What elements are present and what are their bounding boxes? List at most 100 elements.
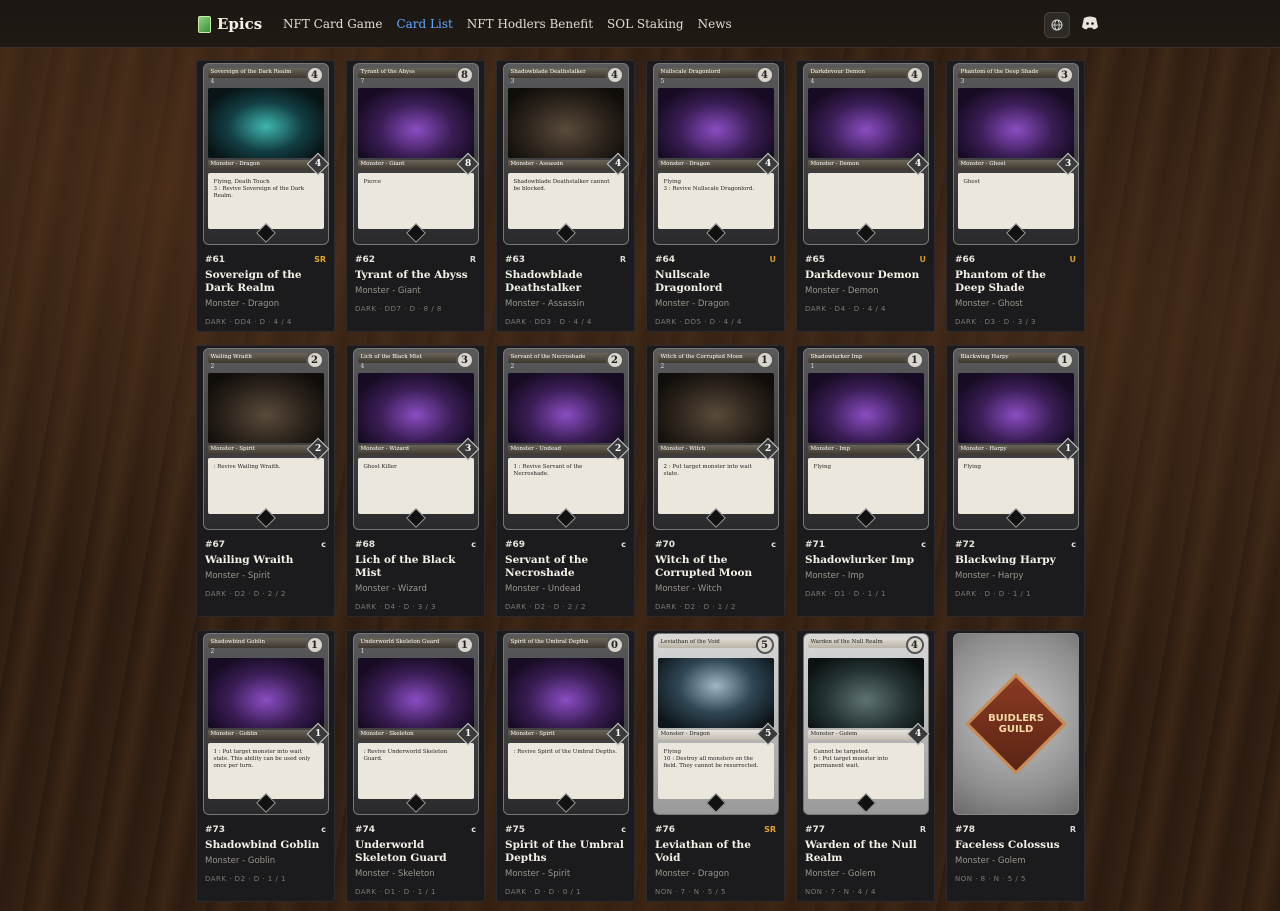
- card-rarity: U: [1069, 255, 1077, 264]
- card-cost: 4: [605, 66, 624, 84]
- card-tile[interactable]: Witch of the Corrupted Moon 1 2 Monster …: [646, 345, 785, 617]
- card-cost: 4: [905, 636, 924, 654]
- card-set-icon: [204, 508, 328, 528]
- card-set-icon: [804, 223, 928, 243]
- card-image-type: Monster - Undead 2: [507, 437, 629, 461]
- card-stats: DARK · D3 · D · 3 / 3: [955, 318, 1036, 327]
- card-image-type: Monster - Golem 4: [807, 722, 929, 746]
- card-name[interactable]: Tyrant of the Abyss: [355, 269, 476, 282]
- card-type: Monster - Spirit: [505, 869, 571, 880]
- card-tile[interactable]: Tyrant of the Abyss 8 7 Monster - Giant 8…: [346, 60, 485, 332]
- card-type: Monster - Harpy: [955, 571, 1024, 582]
- card-name[interactable]: Darkdevour Demon: [805, 269, 926, 282]
- card-tile[interactable]: Sovereign of the Dark Realm 4 4 Monster …: [196, 60, 335, 332]
- card-image-type-text: Monster - Giant: [360, 161, 405, 167]
- card-tile[interactable]: Leviathan of the Void 5 7 Monster - Drag…: [646, 630, 785, 902]
- card-tile[interactable]: Wailing Wraith 2 2 Monster - Spirit 2 : R…: [196, 345, 335, 617]
- card-info: #61 SR Sovereign of the Dark Realm Monst…: [197, 245, 334, 326]
- card-image: Servant of the Necroshade 2 2 Monster - …: [502, 348, 629, 530]
- card-rules-text: Flying 3 : Revive Nullscale Dragonlord.: [657, 173, 774, 229]
- card-power-value: 1: [314, 728, 321, 739]
- card-info: #63 R Shadowblade Deathstalker Monster -…: [497, 245, 634, 326]
- card-type: Monster - Spirit: [205, 571, 271, 582]
- card-tile[interactable]: Nullscale Dragonlord 4 5 Monster - Drago…: [646, 60, 785, 332]
- card-tile[interactable]: Shadowlurker Imp 1 1 Monster - Imp 1 Flyi…: [796, 345, 935, 617]
- card-tile[interactable]: Shadowbind Goblin 1 2 Monster - Goblin 1 …: [196, 630, 335, 902]
- card-rarity: R: [469, 255, 476, 264]
- card-tile[interactable]: Lich of the Black Mist 3 4 Monster - Wiz…: [346, 345, 485, 617]
- card-image: Spirit of the Umbral Depths 0 Monster - …: [502, 633, 629, 815]
- card-image-type: Monster - Spirit 1: [507, 722, 629, 746]
- card-rarity: c: [771, 540, 776, 549]
- card-info: #66 U Phantom of the Deep Shade Monster …: [947, 245, 1084, 326]
- card-cost: 1: [755, 351, 774, 369]
- card-number: #62: [355, 255, 376, 265]
- card-image-type-text: Monster - Harpy: [960, 446, 1007, 452]
- card-rarity: SR: [764, 825, 776, 834]
- card-set-icon: [654, 223, 778, 243]
- card-rarity: SR: [314, 255, 326, 264]
- card-image-type-text: Monster - Skeleton: [360, 731, 414, 737]
- card-art: [657, 373, 774, 443]
- card-rarity: R: [1069, 825, 1076, 834]
- brand[interactable]: Epics: [198, 15, 262, 33]
- card-stats: DARK · D2 · D · 2 / 2: [205, 590, 286, 599]
- card-rarity: c: [921, 540, 926, 549]
- card-rules-text: Shadowblade Deathstalker cannot be block…: [507, 173, 624, 229]
- card-tile[interactable]: BUIDLERS GUILD #78 R Faceless Colossus M…: [946, 630, 1085, 902]
- card-name[interactable]: Blackwing Harpy: [955, 554, 1076, 567]
- nav-item-news[interactable]: News: [698, 17, 732, 31]
- nav-item-nft-hodlers-benefit[interactable]: NFT Hodlers Benefit: [467, 17, 593, 31]
- card-name[interactable]: Nullscale Dragonlord: [655, 269, 776, 295]
- card-art: [507, 373, 624, 443]
- language-button[interactable]: [1044, 12, 1070, 38]
- card-name[interactable]: Shadowbind Goblin: [205, 839, 326, 852]
- card-name[interactable]: Faceless Colossus: [955, 839, 1076, 852]
- card-image-type-text: Monster - Dragon: [660, 161, 710, 167]
- nav-item-card-list[interactable]: Card List: [396, 17, 452, 31]
- card-image: Tyrant of the Abyss 8 7 Monster - Giant 8…: [352, 63, 479, 245]
- card-number: #74: [355, 825, 376, 835]
- card-name[interactable]: Leviathan of the Void: [655, 839, 776, 865]
- card-power-value: 5: [764, 728, 771, 739]
- card-rarity: R: [619, 255, 626, 264]
- card-name[interactable]: Lich of the Black Mist: [355, 554, 476, 580]
- card-set-icon: [804, 508, 928, 528]
- card-name[interactable]: Warden of the Null Realm: [805, 839, 926, 865]
- card-cost: 2: [305, 351, 324, 369]
- card-set-icon: [354, 508, 478, 528]
- nav-item-sol-staking[interactable]: SOL Staking: [607, 17, 684, 31]
- card-rules-text: : Revive Underworld Skeleton Guard.: [357, 743, 474, 799]
- card-name[interactable]: Underworld Skeleton Guard: [355, 839, 476, 865]
- discord-icon[interactable]: [1082, 16, 1098, 30]
- card-name[interactable]: Sovereign of the Dark Realm: [205, 269, 326, 295]
- card-power-value: 4: [914, 158, 921, 169]
- card-name[interactable]: Shadowblade Deathstalker: [505, 269, 626, 295]
- card-name[interactable]: Servant of the Necroshade: [505, 554, 626, 580]
- card-name[interactable]: Shadowlurker Imp: [805, 554, 926, 567]
- card-set-icon: [504, 508, 628, 528]
- card-number: #70: [655, 540, 676, 550]
- card-number: #64: [655, 255, 676, 265]
- card-art: [507, 658, 624, 728]
- card-name[interactable]: Wailing Wraith: [205, 554, 326, 567]
- card-tile[interactable]: Servant of the Necroshade 2 2 Monster - …: [496, 345, 635, 617]
- card-tile[interactable]: Darkdevour Demon 4 4 Monster - Demon 4 #6…: [796, 60, 935, 332]
- card-tile[interactable]: Spirit of the Umbral Depths 0 Monster - …: [496, 630, 635, 902]
- card-tile[interactable]: Warden of the Null Realm 4 7 Monster - G…: [796, 630, 935, 902]
- card-tile[interactable]: Underworld Skeleton Guard 1 1 Monster - …: [346, 630, 485, 902]
- card-name[interactable]: Phantom of the Deep Shade: [955, 269, 1076, 295]
- card-rarity: c: [1071, 540, 1076, 549]
- card-type: Monster - Golem: [955, 856, 1026, 867]
- top-navbar: Epics NFT Card Game Card List NFT Hodler…: [0, 0, 1280, 48]
- card-set-icon: [804, 793, 928, 813]
- card-type: Monster - Dragon: [655, 299, 730, 310]
- card-tile[interactable]: Blackwing Harpy 1 Monster - Harpy 1 Flyin…: [946, 345, 1085, 617]
- nav-item-nft-card-game[interactable]: NFT Card Game: [283, 17, 382, 31]
- card-name[interactable]: Witch of the Corrupted Moon: [655, 554, 776, 580]
- card-name[interactable]: Spirit of the Umbral Depths: [505, 839, 626, 865]
- card-cost: 4: [755, 66, 774, 84]
- card-stats: DARK · DD7 · D · 8 / 8: [355, 305, 442, 314]
- card-tile[interactable]: Shadowblade Deathstalker 4 3 Monster - A…: [496, 60, 635, 332]
- card-tile[interactable]: Phantom of the Deep Shade 3 3 Monster - …: [946, 60, 1085, 332]
